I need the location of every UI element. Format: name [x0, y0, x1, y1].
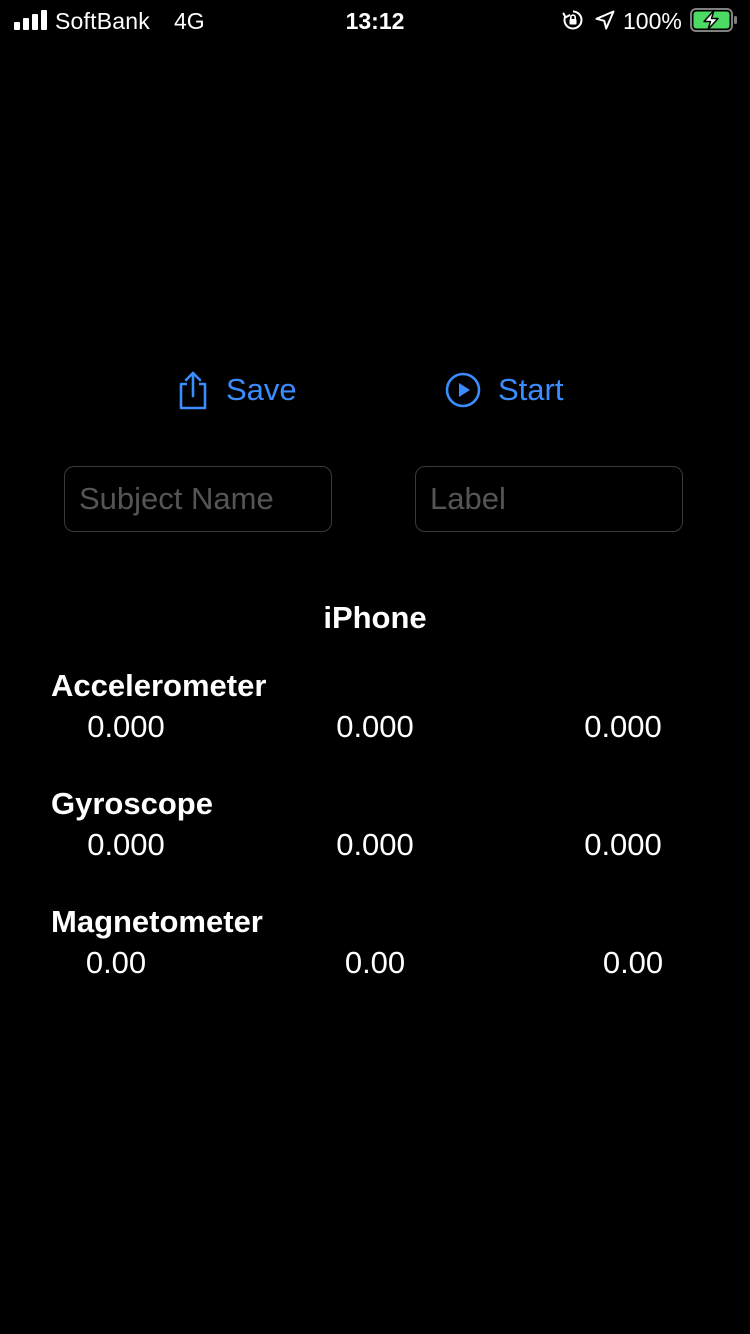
magnetometer-z-value: 0.00: [602, 945, 664, 980]
location-arrow-icon: [595, 10, 615, 30]
accelerometer-z-value: 0.000: [584, 709, 662, 744]
gyroscope-x-value: 0.000: [87, 827, 165, 862]
battery-charging-icon: [690, 8, 737, 32]
label-field[interactable]: [415, 466, 683, 532]
share-icon: [179, 371, 207, 410]
accelerometer-y-value: 0.000: [336, 709, 414, 744]
status-bar: SoftBank 4G 13:12 100%: [0, 0, 750, 40]
orientation-lock-icon: [562, 10, 583, 30]
play-circle-icon: [445, 372, 481, 408]
device-title: iPhone: [323, 600, 427, 635]
save-button[interactable]: Save: [176, 366, 297, 414]
save-button-label: Save: [226, 372, 297, 407]
gyroscope-z-value: 0.000: [584, 827, 662, 862]
battery-percentage: 100%: [623, 8, 682, 34]
magnetometer-title: Magnetometer: [51, 904, 263, 939]
accelerometer-title: Accelerometer: [51, 668, 267, 703]
start-button[interactable]: Start: [444, 366, 563, 414]
gyroscope-title: Gyroscope: [51, 786, 213, 821]
subject-name-field[interactable]: [64, 466, 332, 532]
magnetometer-y-value: 0.00: [344, 945, 406, 980]
gyroscope-y-value: 0.000: [336, 827, 414, 862]
magnetometer-x-value: 0.00: [85, 945, 147, 980]
start-button-label: Start: [498, 372, 564, 407]
accelerometer-x-value: 0.000: [87, 709, 165, 744]
